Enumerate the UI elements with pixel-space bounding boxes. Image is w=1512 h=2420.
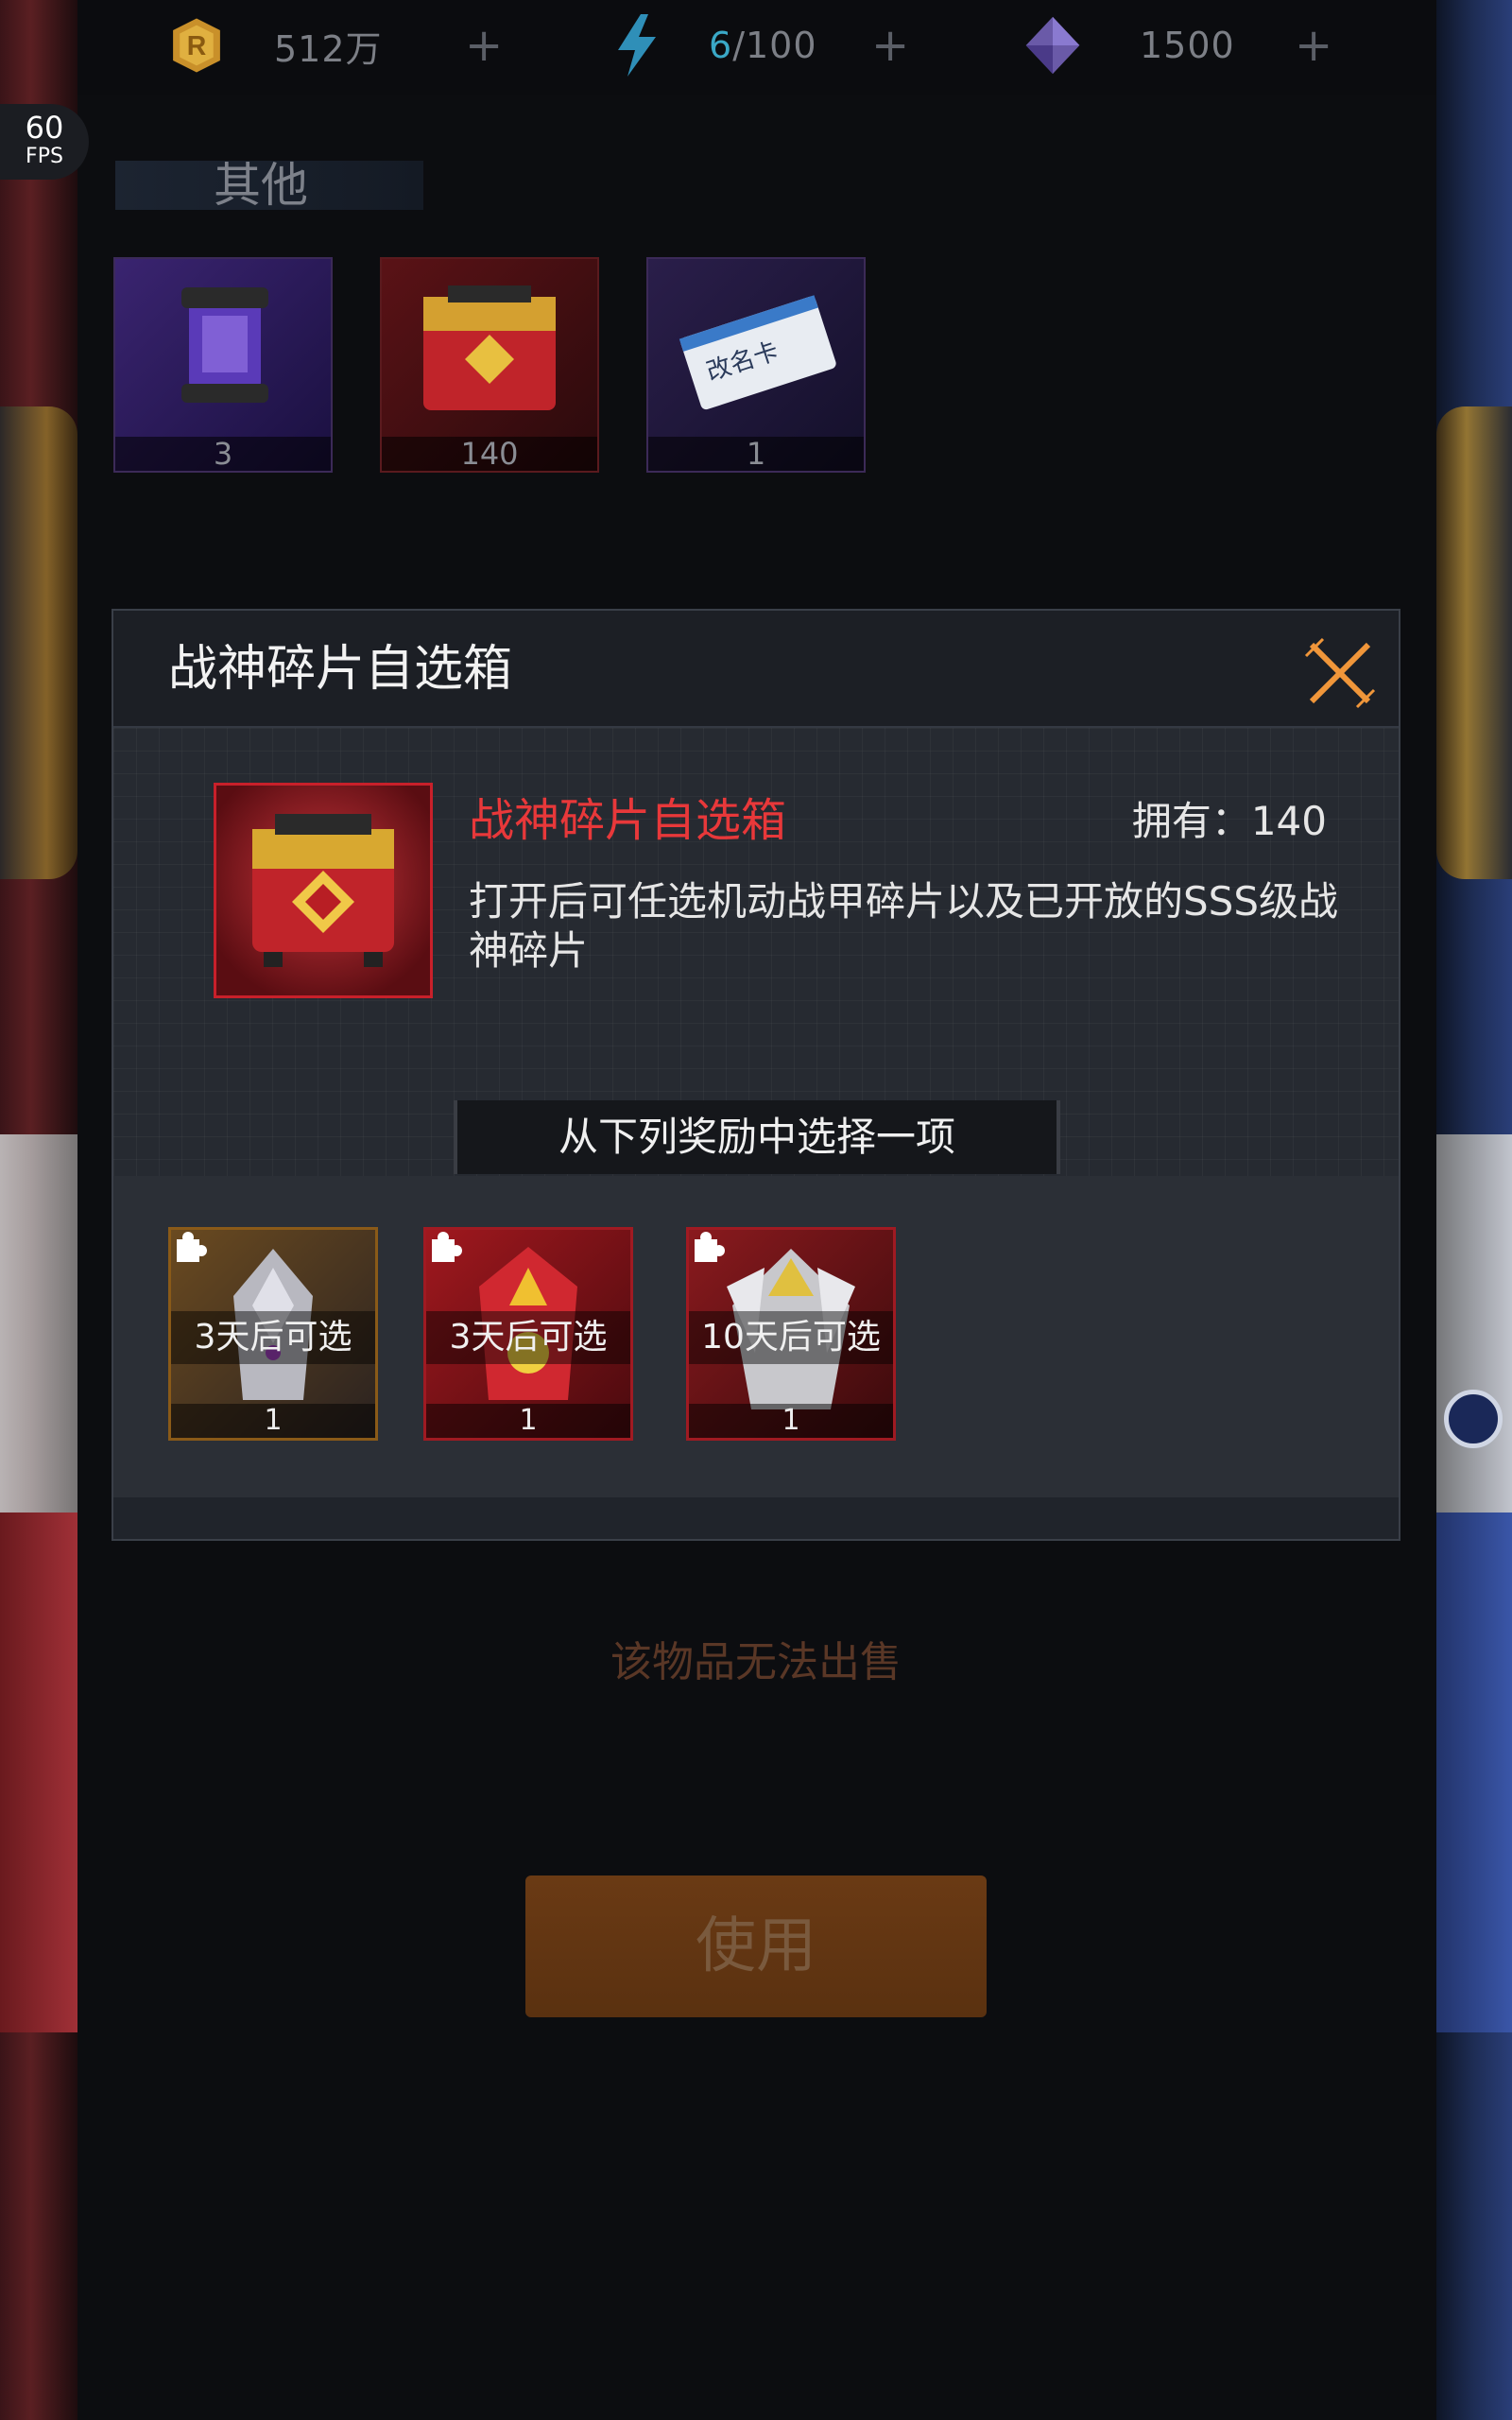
puzzle-piece-icon (426, 1230, 464, 1268)
reward-option-3[interactable]: 10天后可选 1 (686, 1227, 896, 1441)
reward-timer: 3天后可选 (426, 1311, 630, 1364)
modal-title: 战神碎片自选箱 (168, 641, 513, 698)
close-icon[interactable] (1304, 637, 1376, 709)
puzzle-piece-icon (689, 1230, 727, 1268)
use-button[interactable]: 使用 (525, 1876, 987, 2017)
reward-timer: 10天后可选 (689, 1311, 893, 1364)
coin-value: 512万 (274, 27, 383, 70)
energy-resource: 6/100 (607, 14, 817, 77)
reward-options: 3天后可选 1 3天后可选 1 10天后可选 1 (113, 1176, 1399, 1497)
fps-counter: 60 FPS (0, 104, 89, 180)
resource-bar: R 512万 + 6/100 + 1500 + (77, 0, 1436, 95)
item-detail-modal: 战神碎片自选箱 战神碎片自选箱 拥有：140 打开后可任选机动战甲碎片以及已开放… (112, 609, 1400, 1541)
emblem-icon (1444, 1390, 1503, 1448)
add-energy-button[interactable]: + (871, 15, 909, 76)
right-mech-art (1436, 0, 1512, 2420)
modal-header: 战神碎片自选箱 (113, 611, 1399, 728)
owned-count: 拥有：140 (1131, 798, 1327, 844)
r-coin-icon: R (166, 15, 227, 76)
fps-value: 60 (25, 110, 64, 146)
item-quantity: 140 (382, 437, 597, 471)
crystal-icon (1022, 15, 1083, 76)
item-name: 战神碎片自选箱 (469, 794, 787, 847)
reward-option-1[interactable]: 3天后可选 1 (168, 1227, 378, 1441)
item-description: 打开后可任选机动战甲碎片以及已开放的SSS级战神碎片 (469, 878, 1338, 974)
reward-timer: 3天后可选 (171, 1311, 375, 1364)
inventory-item-rename-card[interactable]: 改名卡 1 (646, 257, 866, 473)
item-quantity: 3 (115, 437, 331, 471)
reward-quantity: 1 (426, 1404, 630, 1438)
fps-label: FPS (26, 145, 63, 168)
reward-quantity: 1 (171, 1404, 375, 1438)
energy-value: 6/100 (709, 25, 817, 66)
inventory-item-fragment-box[interactable]: 140 (380, 257, 599, 473)
gem-value: 1500 (1140, 25, 1235, 66)
left-mech-art (0, 0, 77, 2420)
puzzle-piece-icon (171, 1230, 209, 1268)
add-coins-button[interactable]: + (465, 15, 503, 76)
choose-prompt: 从下列奖励中选择一项 (454, 1100, 1060, 1174)
fragment-box-icon (214, 783, 433, 998)
add-gems-button[interactable]: + (1295, 15, 1332, 76)
reward-quantity: 1 (689, 1404, 893, 1438)
treasure-box-icon (382, 259, 597, 439)
category-title: 其他 (214, 158, 308, 213)
lightning-icon (607, 14, 667, 77)
gem-resource: 1500 (1022, 15, 1235, 76)
item-quantity: 1 (648, 437, 864, 471)
svg-text:R: R (187, 31, 207, 61)
rename-card-icon: 改名卡 (648, 259, 864, 439)
inventory-item-canister[interactable]: 3 (113, 257, 333, 473)
category-header: 其他 (115, 161, 423, 210)
coin-resource: R 512万 (166, 15, 383, 76)
modal-body: 战神碎片自选箱 拥有：140 打开后可任选机动战甲碎片以及已开放的SSS级战神碎… (113, 728, 1399, 1176)
reward-option-2[interactable]: 3天后可选 1 (423, 1227, 633, 1441)
cannot-sell-notice: 该物品无法出售 (610, 1638, 902, 1686)
canister-icon (115, 259, 331, 439)
